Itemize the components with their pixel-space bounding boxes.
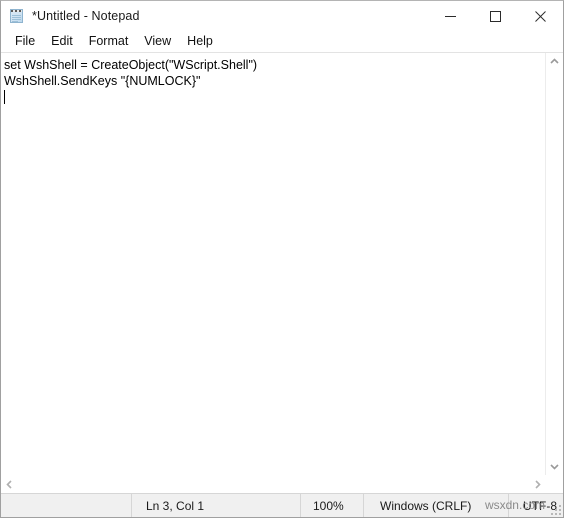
watermark-label: wsxdn.com [484,498,545,512]
menu-item-view[interactable]: View [136,31,179,52]
menu-item-help[interactable]: Help [179,31,221,52]
notepad-icon [9,8,25,24]
maximize-button[interactable] [473,1,518,31]
editor-area: set WshShell = CreateObject("WScript.She… [1,52,563,475]
notepad-window: *Untitled - Notepad File Edit Format Vie… [0,0,564,518]
scroll-down-button[interactable] [546,458,563,475]
chevron-up-icon [550,58,559,64]
text-caret [4,90,5,104]
title-bar: *Untitled - Notepad [1,1,563,31]
horizontal-scrollbar[interactable] [1,475,563,493]
menu-item-format[interactable]: Format [81,31,137,52]
window-title: *Untitled - Notepad [32,9,140,23]
status-spacer [1,494,131,517]
resize-grip-icon[interactable] [549,503,561,515]
scroll-right-button[interactable] [529,476,546,493]
menu-bar: File Edit Format View Help [1,31,563,52]
minimize-button[interactable] [428,1,473,31]
close-icon [535,10,546,22]
text-line-2: WshShell.SendKeys "{NUMLOCK}" [4,74,201,88]
text-line-1: set WshShell = CreateObject("WScript.She… [4,58,258,72]
horizontal-scroll-track[interactable] [18,476,529,493]
chevron-left-icon [6,480,12,489]
status-bar: Ln 3, Col 1 100% Windows (CRLF) UTF-8 ws… [1,493,563,517]
document-text: set WshShell = CreateObject("WScript.She… [4,57,545,105]
minimize-icon [445,15,456,17]
menu-item-edit[interactable]: Edit [43,31,81,52]
text-editor[interactable]: set WshShell = CreateObject("WScript.She… [1,53,545,475]
chevron-right-icon [535,480,541,489]
maximize-icon [490,10,501,22]
scroll-up-button[interactable] [546,53,563,70]
vertical-scrollbar[interactable] [545,53,563,475]
status-cursor-position: Ln 3, Col 1 [131,494,300,517]
window-controls [428,1,563,31]
menu-item-file[interactable]: File [7,31,43,52]
close-button[interactable] [518,1,563,31]
vertical-scroll-track[interactable] [546,70,563,458]
scroll-left-button[interactable] [1,476,18,493]
scrollbar-corner [546,476,563,493]
status-zoom-level[interactable]: 100% [300,494,363,517]
chevron-down-icon [550,464,559,470]
